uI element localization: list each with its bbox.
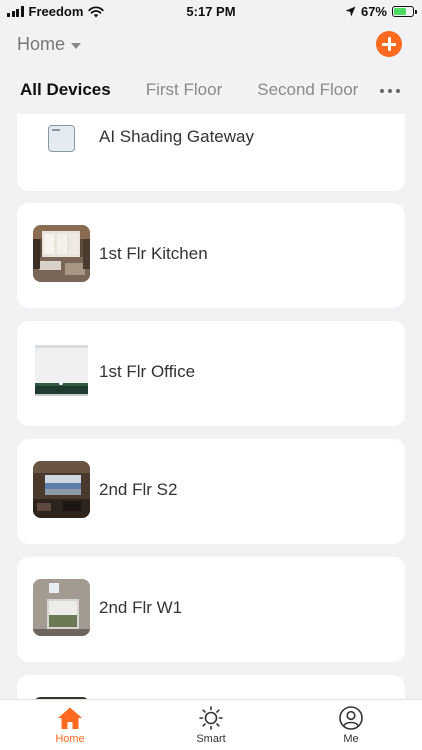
gateway-icon [48,125,75,152]
shade-photo [33,343,90,400]
device-name: 1st Flr Office [99,362,196,381]
more-tabs-button[interactable] [380,89,400,93]
tab-all-devices[interactable]: All Devices [20,80,111,100]
nav-home[interactable]: Home [30,706,110,745]
bottom-nav: Home Smart Me [0,699,422,750]
nav-label: Home [55,733,85,745]
status-right: 67% [345,4,417,19]
status-bar: Freedom 5:17 PM 67% [0,0,422,22]
screen: Freedom 5:17 PM 67% Home All Devices Fir [0,0,422,750]
window-photo [33,461,90,518]
dot [388,89,392,93]
device-list: AI Shading Gateway 1st Flr Kitchen 1st F… [0,114,422,699]
device-card-1st-flr-office[interactable]: 1st Flr Office [17,321,405,426]
nav-me[interactable]: Me [311,706,391,745]
window-photo [33,579,90,636]
caret-down-icon [71,42,82,49]
home-title: Home [17,34,66,54]
device-card-2nd-flr-s2[interactable]: 2nd Flr S2 [17,439,405,544]
dot [380,89,384,93]
nav-smart[interactable]: Smart [171,706,251,745]
battery-icon [392,6,417,17]
device-card-2nd-flr-w1[interactable]: 2nd Flr W1 [17,557,405,662]
plus-icon [382,37,396,51]
kitchen-photo [33,225,90,282]
home-icon [58,707,82,729]
sun-icon [199,706,223,730]
device-name: AI Shading Gateway [99,127,254,146]
nav-label: Smart [196,733,226,745]
device-name: 1st Flr Kitchen [99,244,208,263]
tab-first-floor[interactable]: First Floor [146,80,223,100]
home-selector[interactable]: Home [17,34,82,55]
device-name: 2nd Flr W1 [99,598,183,617]
battery-level-fill [394,8,407,15]
device-card-ai-shading-gateway[interactable]: AI Shading Gateway [17,114,405,191]
location-arrow-icon [345,6,356,17]
device-card-1st-flr-kitchen[interactable]: 1st Flr Kitchen [17,203,405,308]
add-device-button[interactable] [376,31,402,57]
room-tabs: All Devices First Floor Second Floor [20,80,422,104]
nav-label: Me [343,733,359,745]
dot [396,89,400,93]
battery-percent: 67% [360,4,387,19]
device-card-partial[interactable] [17,675,405,699]
tab-second-floor[interactable]: Second Floor [257,80,358,100]
profile-icon [339,706,363,730]
device-name: 2nd Flr S2 [99,480,178,499]
